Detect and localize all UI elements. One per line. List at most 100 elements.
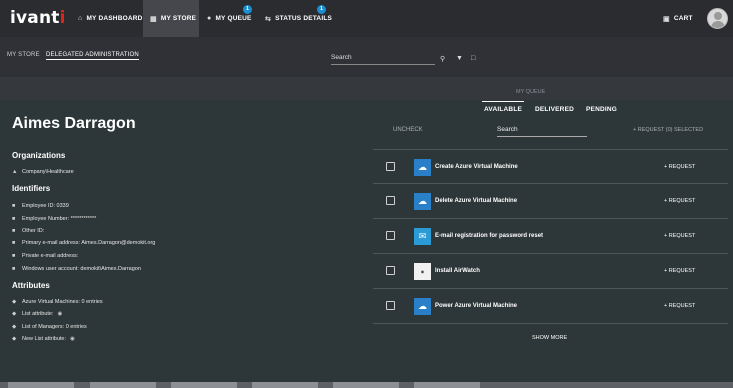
request-item-row[interactable]: ☁ Power Azure Virtual Machine + REQUEST <box>373 289 728 324</box>
uncheck-button[interactable]: UNCHECK <box>393 127 423 133</box>
identifier-value: Primary e-mail address: Aimes.Darragon@d… <box>22 240 156 246</box>
folder-icon[interactable]: □ <box>471 55 475 62</box>
tile-preview <box>90 382 156 388</box>
azure-cloud-icon: ☁ <box>414 193 431 210</box>
eye-icon[interactable]: ◉ <box>70 336 76 342</box>
status-details-badge: 1 <box>317 5 326 14</box>
id-card-icon: ■ <box>12 240 16 246</box>
person-name: Aimes Darragon <box>12 115 136 132</box>
request-item-name[interactable]: Power Azure Virtual Machine <box>435 303 517 309</box>
identifier-item: ■ Private e-mail address: <box>12 253 78 259</box>
sub-link-my-store[interactable]: MY STORE <box>7 52 40 58</box>
nav-status-details-label: STATUS DETAILS <box>275 15 333 22</box>
request-item-row[interactable]: ✉ E-mail registration for password reset… <box>373 219 728 254</box>
request-button-label: REQUEST <box>668 233 696 239</box>
identifier-value: Private e-mail address: <box>22 253 79 259</box>
tile-preview <box>8 382 74 388</box>
cart-icon: ▣ <box>663 15 670 23</box>
user-avatar[interactable] <box>707 8 728 29</box>
attribute-item: ◆ Azure Virtual Machines: 0 entries <box>12 299 103 305</box>
azure-cloud-icon: ☁ <box>414 298 431 315</box>
request-item-name[interactable]: Install AirWatch <box>435 268 480 274</box>
request-selected-button[interactable]: + REQUEST (0) SELECTED <box>633 127 703 133</box>
store-search-input[interactable]: Search <box>331 52 435 65</box>
bottom-tile-strip <box>0 382 733 388</box>
nav-my-dashboard-label: MY DASHBOARD <box>86 15 143 22</box>
organization-item: ▲ Company\Healthcare <box>12 169 74 175</box>
airwatch-icon: ◉ <box>414 263 431 280</box>
home-icon: ⌂ <box>78 15 83 22</box>
id-card-icon: ■ <box>12 228 16 234</box>
nav-my-store-label: MY STORE <box>160 15 197 22</box>
ivanti-logo[interactable]: ivanti <box>10 8 66 28</box>
show-more-button[interactable]: SHOW MORE <box>532 335 567 341</box>
request-button[interactable]: + REQUEST <box>664 233 695 239</box>
attribute-value: List attribute: <box>22 311 54 317</box>
id-card-icon: ■ <box>12 203 16 209</box>
request-button-label: REQUEST <box>668 268 696 274</box>
top-navigation-bar: ivanti ⌂ MY DASHBOARD ▦ MY STORE ● MY QU… <box>0 0 733 37</box>
attribute-item: ◆ List of Managers: 0 entries <box>12 324 87 330</box>
request-item-name[interactable]: Delete Azure Virtual Machine <box>435 198 517 204</box>
request-button-label: REQUEST <box>668 164 696 170</box>
id-card-icon: ■ <box>12 216 16 222</box>
search-icon[interactable]: ⚲ <box>440 55 445 63</box>
tile-preview <box>414 382 480 388</box>
attribute-value: List of Managers: 0 entries <box>22 324 87 330</box>
identifier-item: ■ Other ID: <box>12 228 44 234</box>
request-item-name[interactable]: Create Azure Virtual Machine <box>435 164 518 170</box>
building-icon: ▲ <box>12 169 18 175</box>
nav-my-store[interactable]: ▦ MY STORE <box>143 0 199 37</box>
tab-pending[interactable]: PENDING <box>586 106 617 113</box>
active-tab-indicator <box>482 101 524 102</box>
request-item-row[interactable]: ☁ Delete Azure Virtual Machine + REQUEST <box>373 184 728 219</box>
background-strip <box>0 77 733 100</box>
request-item-row[interactable]: ◉ Install AirWatch + REQUEST <box>373 254 728 289</box>
sub-link-delegated-administration[interactable]: DELEGATED ADMINISTRATION <box>46 52 139 60</box>
cart-label: CART <box>673 15 693 22</box>
tile-preview <box>333 382 399 388</box>
request-button[interactable]: + REQUEST <box>664 268 695 274</box>
filter-icon[interactable]: ▼ <box>456 55 463 62</box>
tile-preview <box>252 382 318 388</box>
tab-available[interactable]: AVAILABLE <box>484 106 522 113</box>
request-item-checkbox[interactable] <box>386 301 395 310</box>
identifier-item: ■ Employee Number: ************ <box>12 216 96 222</box>
tag-icon: ◆ <box>12 336 17 342</box>
request-button[interactable]: + REQUEST <box>664 164 695 170</box>
request-button-label: REQUEST <box>668 198 696 204</box>
request-search-input[interactable]: Search <box>497 124 587 137</box>
request-item-checkbox[interactable] <box>386 196 395 205</box>
request-item-name[interactable]: E-mail registration for password reset <box>435 233 543 239</box>
attributes-title: Attributes <box>12 281 50 290</box>
tab-delivered[interactable]: DELIVERED <box>535 106 574 113</box>
request-item-checkbox[interactable] <box>386 162 395 171</box>
request-item-row[interactable]: ☁ Create Azure Virtual Machine + REQUEST <box>373 149 728 184</box>
identifiers-title: Identifiers <box>12 184 51 193</box>
arrows-icon: ⇆ <box>265 15 272 23</box>
identifier-value: Other ID: <box>22 228 45 234</box>
request-button[interactable]: + REQUEST <box>664 198 695 204</box>
attribute-item[interactable]: ◆ List attribute: ◉ <box>12 311 64 317</box>
plus-icon: + <box>633 127 637 133</box>
identifier-item: ■ Primary e-mail address: Aimes.Darragon… <box>12 240 155 246</box>
azure-cloud-icon: ☁ <box>414 159 431 176</box>
identifier-value: Employee Number: ************ <box>22 216 97 222</box>
id-card-icon: ■ <box>12 266 16 272</box>
identifier-item: ■ Windows user account: demokit\Aimes.Da… <box>12 266 141 272</box>
request-button[interactable]: + REQUEST <box>664 303 695 309</box>
request-selected-label: REQUEST (0) SELECTED <box>637 127 704 133</box>
tag-icon: ◆ <box>12 299 17 305</box>
request-item-checkbox[interactable] <box>386 231 395 240</box>
identifier-value: Windows user account: demokit\Aimes.Darr… <box>22 266 141 272</box>
attribute-value: New List attribute: <box>22 336 67 342</box>
eye-icon[interactable]: ◉ <box>58 311 64 317</box>
tag-icon: ◆ <box>12 324 17 330</box>
identifier-value: Employee ID: 0339 <box>22 203 69 209</box>
nav-my-dashboard[interactable]: ⌂ MY DASHBOARD <box>78 0 143 37</box>
request-item-checkbox[interactable] <box>386 266 395 275</box>
cart-button[interactable]: ▣ CART <box>663 0 693 37</box>
attribute-item[interactable]: ◆ New List attribute: ◉ <box>12 336 76 342</box>
my-queue-badge: 1 <box>243 5 252 14</box>
envelope-icon: ✉ <box>414 228 431 245</box>
